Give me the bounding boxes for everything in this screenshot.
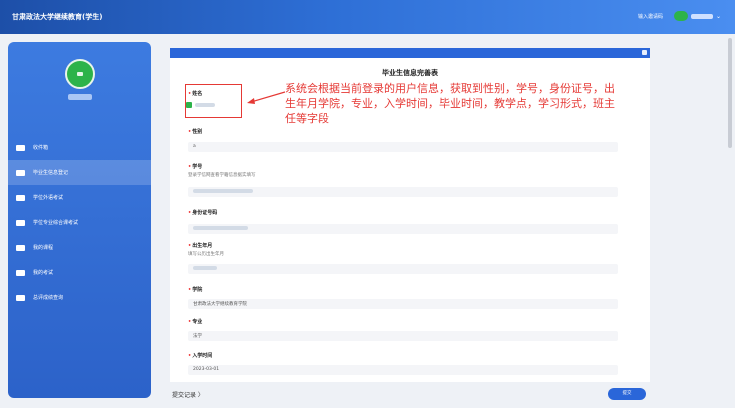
- field-hint: 填写公历出生年月: [188, 252, 224, 257]
- field-label: 姓名: [192, 91, 203, 97]
- graduation-icon: [16, 219, 25, 226]
- sidebar-menu: 收件箱 毕业生信息登记 学位外语考试 学位专业综合课考试 我的课程 我的考试 总…: [8, 135, 151, 310]
- document-icon: [16, 269, 25, 276]
- monitor-icon: [16, 244, 25, 251]
- field-label: 身份证号码: [192, 210, 218, 216]
- user-menu[interactable]: ⌄: [673, 11, 721, 21]
- annotation-text: 系统会根据当前登录的用户信息，获取到性别，学号，身份证号，出生年月学院，专业，入…: [285, 82, 615, 125]
- top-bar: 甘肃政法大学继续教育(学生) 输入邀请码 ⌄: [0, 0, 735, 34]
- graduation-icon: [16, 294, 25, 301]
- sidebar-item-my-courses[interactable]: 我的课程: [8, 235, 151, 260]
- user-name: [690, 13, 713, 19]
- field-label: 性别: [192, 129, 203, 135]
- field-enrollment-date: •入学时间 2023-03-01: [188, 352, 618, 375]
- sidebar-item-label: 毕业生信息登记: [33, 170, 69, 176]
- sidebar-item-my-exams[interactable]: 我的考试: [8, 260, 151, 285]
- field-label: 学院: [192, 287, 203, 293]
- field-major: •专业 法学: [188, 318, 618, 341]
- sidebar-item-label: 我的课程: [33, 245, 54, 251]
- sidebar-item-label: 收件箱: [33, 145, 49, 151]
- major-input[interactable]: 法学: [188, 331, 618, 341]
- field-label: 出生年月: [192, 243, 213, 249]
- pen-icon: [16, 194, 25, 201]
- sidebar-item-label: 学位专业综合课考试: [33, 220, 79, 226]
- sidebar: 收件箱 毕业生信息登记 学位外语考试 学位专业综合课考试 我的课程 我的考试 总…: [8, 42, 151, 398]
- birth-date-input[interactable]: [188, 264, 618, 274]
- submit-bar: 提交记录 〉 提交: [170, 386, 650, 406]
- scrollbar[interactable]: [727, 38, 733, 402]
- field-student-id: •学号 登录学信网查看学籍信息据实填写: [188, 163, 618, 197]
- student-id-input[interactable]: [188, 187, 618, 197]
- id-number-input[interactable]: [188, 224, 618, 234]
- chevron-down-icon: ⌄: [715, 12, 721, 20]
- sidebar-item-grade-query[interactable]: 总评成绩查询: [8, 285, 151, 310]
- sidebar-item-label: 总评成绩查询: [33, 295, 64, 301]
- field-birth-date: •出生年月 填写公历出生年月: [188, 242, 618, 274]
- scrollbar-thumb[interactable]: [728, 38, 732, 148]
- expand-icon[interactable]: [642, 50, 647, 55]
- user-avatar: [673, 11, 688, 21]
- field-college: •学院 甘肃政法大学继续教育学院: [188, 286, 618, 309]
- sidebar-item-graduate-info[interactable]: 毕业生信息登记: [8, 160, 151, 185]
- invite-code-link[interactable]: 输入邀请码: [638, 13, 663, 20]
- graduation-icon: [16, 169, 25, 176]
- college-input[interactable]: 甘肃政法大学继续教育学院: [188, 299, 618, 309]
- inbox-icon: [16, 144, 25, 151]
- sidebar-item-label: 学位外语考试: [33, 195, 64, 201]
- name-value: [186, 102, 192, 108]
- field-label: 专业: [192, 319, 203, 325]
- sidebar-item-foreign-language-exam[interactable]: 学位外语考试: [8, 185, 151, 210]
- sidebar-item-comprehensive-exam[interactable]: 学位专业综合课考试: [8, 210, 151, 235]
- enrollment-date-input[interactable]: 2023-03-01: [188, 365, 618, 375]
- field-id-number: •身份证号码: [188, 209, 618, 234]
- app-title: 甘肃政法大学继续教育(学生): [12, 13, 103, 21]
- student-name: [68, 94, 92, 100]
- arrow-icon: [247, 91, 286, 104]
- avatar: [65, 59, 95, 89]
- gender-input[interactable]: a: [188, 142, 618, 152]
- sidebar-item-label: 我的考试: [33, 270, 54, 276]
- field-gender: •性别 a: [188, 128, 618, 152]
- field-label: 学号: [192, 164, 203, 170]
- redacted-value: [195, 103, 215, 107]
- form-title: 毕业生信息完善表: [382, 69, 438, 77]
- form-header-bar: [170, 48, 650, 58]
- field-hint: 登录学信网查看学籍信息据实填写: [188, 173, 256, 178]
- form-panel: 毕业生信息完善表 •姓名 系统会根据当前登录的用户信息，获取到性别，学号，身份证…: [170, 48, 650, 382]
- submit-button[interactable]: 提交: [608, 388, 646, 400]
- submit-records-link[interactable]: 提交记录 〉: [172, 390, 204, 399]
- sidebar-item-inbox[interactable]: 收件箱: [8, 135, 151, 160]
- field-label: 入学时间: [192, 353, 213, 359]
